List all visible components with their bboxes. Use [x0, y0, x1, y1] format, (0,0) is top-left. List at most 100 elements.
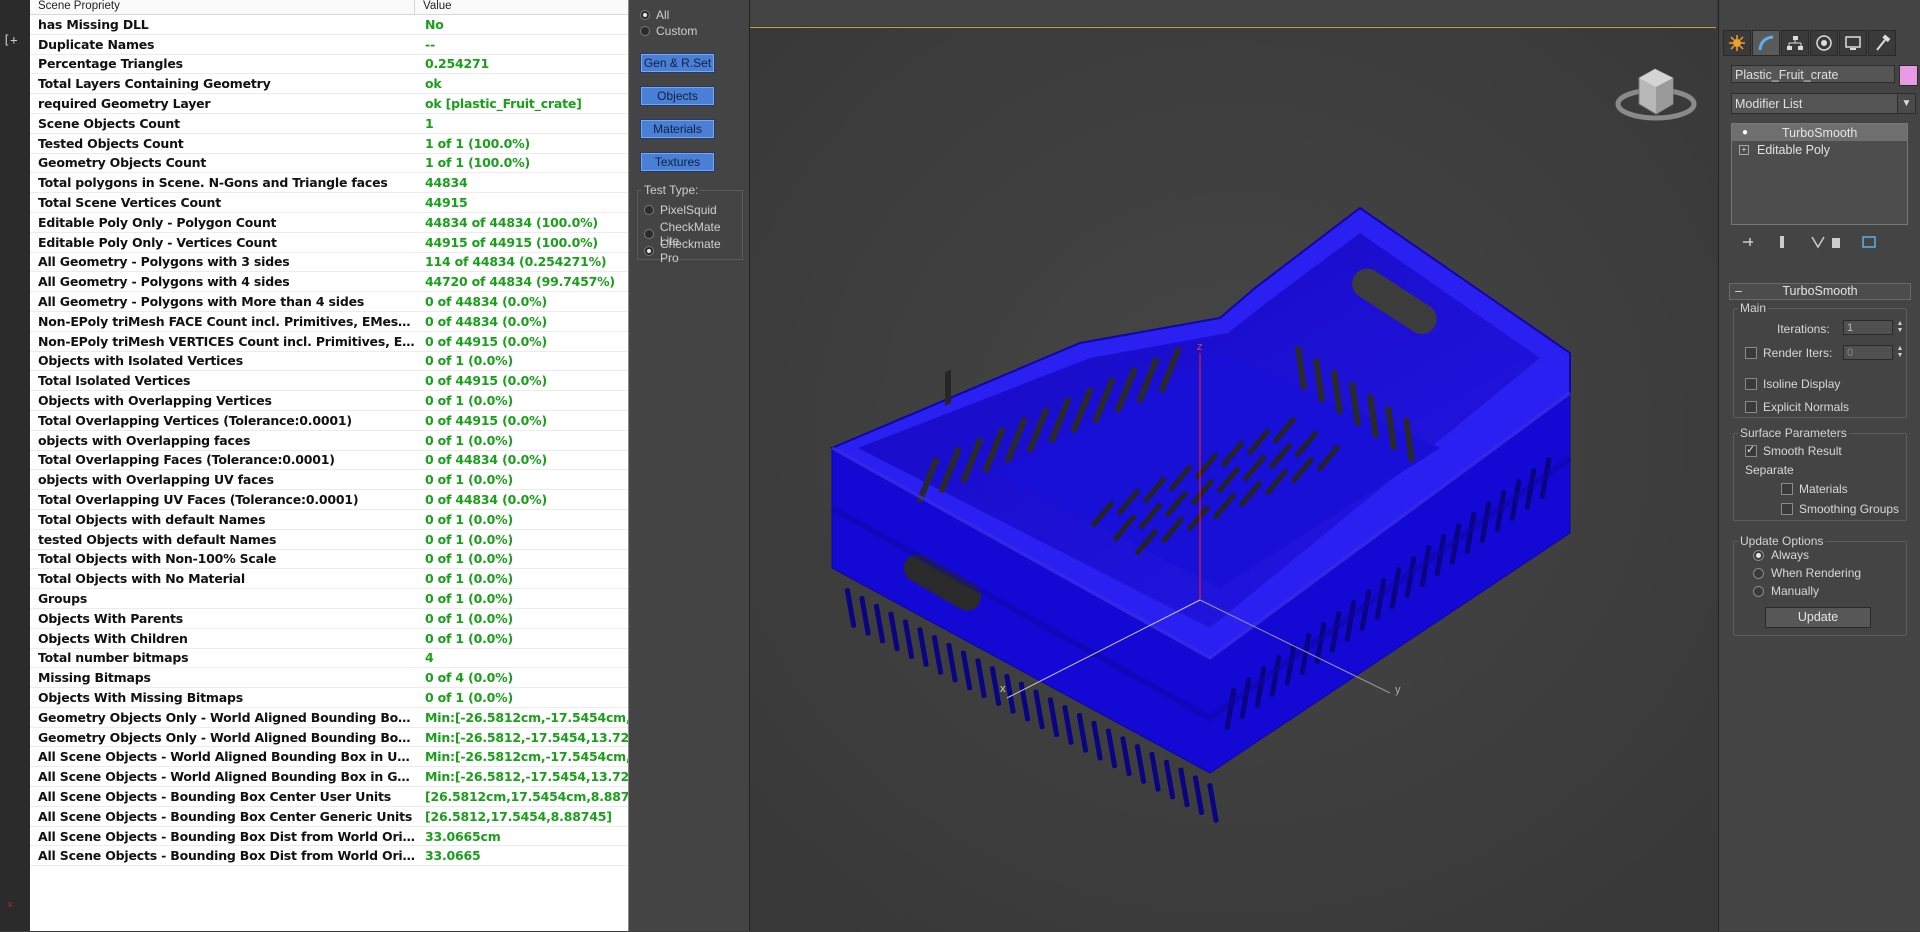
tab-display[interactable]: [1839, 30, 1867, 56]
update-when-rendering-radio[interactable]: [1753, 568, 1764, 579]
column-header-value[interactable]: Value: [415, 0, 452, 14]
table-row[interactable]: All Geometry - Polygons with 3 sides 114 …: [30, 253, 628, 273]
tab-utilities[interactable]: [1868, 30, 1896, 56]
table-row[interactable]: All Scene Objects - Bounding Box Center …: [30, 787, 628, 807]
table-row[interactable]: Non-EPoly triMesh FACE Count incl. Primi…: [30, 312, 628, 332]
expand-plus-icon[interactable]: +: [1739, 144, 1749, 155]
textures-button[interactable]: Textures: [640, 152, 715, 172]
update-manually-radio[interactable]: [1753, 586, 1764, 597]
object-name-field[interactable]: Plastic_Fruit_crate: [1731, 65, 1895, 83]
lightbulb-icon[interactable]: ●: [1742, 127, 1756, 138]
column-header-property[interactable]: Scene Propriety: [30, 0, 415, 14]
table-row[interactable]: has Missing DLL No: [30, 15, 628, 35]
table-row[interactable]: All Scene Objects - Bounding Box Dist fr…: [30, 846, 628, 867]
objects-button[interactable]: Objects: [640, 86, 715, 106]
table-row[interactable]: Total Scene Vertices Count 44915: [30, 193, 628, 213]
perspective-viewport[interactable]: z x y: [750, 0, 1717, 932]
table-row[interactable]: Total Objects with default Names 0 of 1 (…: [30, 510, 628, 530]
table-row[interactable]: Total Objects with No Material 0 of 1 (0.…: [30, 569, 628, 590]
modifier-list-dropdown[interactable]: Modifier List ▼: [1731, 93, 1916, 114]
table-row[interactable]: Total number bitmaps 4: [30, 649, 628, 669]
tab-hierarchy[interactable]: [1781, 30, 1809, 56]
tab-create[interactable]: [1723, 30, 1751, 56]
stack-item-editable-poly[interactable]: + Editable Poly: [1732, 141, 1907, 158]
table-row[interactable]: All Scene Objects - Bounding Box Center …: [30, 807, 628, 827]
update-button[interactable]: Update: [1765, 607, 1871, 628]
table-row[interactable]: Objects With Children 0 of 1 (0.0%): [30, 629, 628, 649]
table-row[interactable]: Tested Objects Count 1 of 1 (100.0%): [30, 134, 628, 154]
viewport-scene[interactable]: z x y: [750, 28, 1716, 932]
smooth-result-checkbox[interactable]: [1745, 443, 1757, 457]
show-end-result-icon[interactable]: [1775, 235, 1789, 249]
table-row[interactable]: Total Overlapping Faces (Tolerance:0.000…: [30, 451, 628, 471]
table-row[interactable]: Editable Poly Only - Polygon Count 44834 …: [30, 213, 628, 233]
tab-modify[interactable]: [1752, 30, 1780, 56]
table-row[interactable]: Objects With Parents 0 of 1 (0.0%): [30, 609, 628, 629]
table-row[interactable]: required Geometry Layer ok [plastic_Fruit…: [30, 94, 628, 114]
update-always-radio[interactable]: [1753, 550, 1764, 561]
table-row[interactable]: All Scene Objects - Bounding Box Dist fr…: [30, 827, 628, 847]
turbosmooth-title: TurboSmooth: [1782, 284, 1858, 298]
explicit-normals-checkbox[interactable]: [1745, 401, 1757, 413]
table-row[interactable]: Total Objects with Non-100% Scale 0 of 1 …: [30, 550, 628, 570]
table-row[interactable]: Groups 0 of 1 (0.0%): [30, 589, 628, 609]
configure-sets-icon[interactable]: [1862, 235, 1876, 249]
table-row[interactable]: objects with Overlapping faces 0 of 1 (0.…: [30, 431, 628, 451]
table-row[interactable]: Total Overlapping UV Faces (Tolerance:0.…: [30, 490, 628, 510]
table-row[interactable]: Total polygons in Scene. N-Gons and Tria…: [30, 173, 628, 194]
table-row[interactable]: Duplicate Names --: [30, 35, 628, 55]
table-row[interactable]: Objects With Missing Bitmaps 0 of 1 (0.0%…: [30, 688, 628, 708]
gen-rset-button[interactable]: Gen & R.Set: [640, 53, 715, 73]
turbosmooth-rollout-header[interactable]: – TurboSmooth: [1729, 283, 1911, 300]
radio-custom-dot[interactable]: [640, 26, 650, 36]
table-row[interactable]: Geometry Objects Only - World Aligned Bo…: [30, 728, 628, 748]
render-iters-checkbox[interactable]: [1745, 347, 1757, 359]
table-row[interactable]: objects with Overlapping UV faces 0 of 1 …: [30, 470, 628, 491]
chevron-down-icon[interactable]: ▼: [1897, 94, 1915, 113]
radio-checkmate-pro[interactable]: Checkmate Pro: [644, 237, 742, 265]
tab-motion[interactable]: [1810, 30, 1838, 56]
table-row[interactable]: tested Objects with default Names 0 of 1 …: [30, 530, 628, 550]
table-row[interactable]: Total Overlapping Vertices (Tolerance:0.…: [30, 411, 628, 431]
render-iters-spinner[interactable]: 0 ▲ ▼: [1843, 345, 1903, 360]
remove-modifier-icon[interactable]: [1829, 235, 1843, 249]
table-row[interactable]: All Scene Objects - World Aligned Boundi…: [30, 767, 628, 788]
viewport-frame[interactable]: z x y: [750, 27, 1716, 932]
stack-item-turbosmooth[interactable]: ● TurboSmooth: [1732, 124, 1907, 141]
radio-custom[interactable]: Custom: [640, 24, 697, 38]
radio-checkmate-pro-dot[interactable]: [644, 246, 654, 256]
materials-button[interactable]: Materials: [640, 119, 715, 139]
axis-z-label: z: [1197, 341, 1203, 353]
radio-pixelsquid[interactable]: PixelSquid: [644, 203, 717, 217]
table-row[interactable]: Non-EPoly triMesh VERTICES Count incl. P…: [30, 332, 628, 352]
table-row[interactable]: All Geometry - Polygons with 4 sides 4472…: [30, 272, 628, 293]
spinner-arrows-icon[interactable]: ▲ ▼: [1894, 345, 1906, 360]
pin-stack-icon[interactable]: [1741, 235, 1755, 249]
separate-materials-checkbox[interactable]: [1781, 483, 1793, 495]
radio-all-dot[interactable]: [640, 10, 650, 20]
table-row[interactable]: Geometry Objects Only - World Aligned Bo…: [30, 708, 628, 728]
table-row[interactable]: Geometry Objects Count 1 of 1 (100.0%): [30, 154, 628, 174]
object-color-swatch[interactable]: [1899, 65, 1918, 86]
table-row[interactable]: Total Isolated Vertices 0 of 44915 (0.0%): [30, 371, 628, 392]
iterations-spinner[interactable]: 1 ▲ ▼: [1843, 320, 1903, 335]
table-row[interactable]: All Geometry - Polygons with More than 4…: [30, 292, 628, 312]
radio-all[interactable]: All: [640, 8, 669, 22]
table-row[interactable]: All Scene Objects - World Aligned Boundi…: [30, 747, 628, 768]
table-row[interactable]: Objects with Isolated Vertices 0 of 1 (0.…: [30, 352, 628, 372]
isoline-display-checkbox[interactable]: [1745, 378, 1757, 390]
viewport-menu-label[interactable]: [+: [3, 33, 17, 47]
radio-pixelsquid-dot[interactable]: [644, 205, 654, 215]
table-row[interactable]: Scene Objects Count 1: [30, 114, 628, 134]
spinner-arrows-icon[interactable]: ▲ ▼: [1894, 320, 1906, 335]
table-row[interactable]: Total Layers Containing Geometry ok: [30, 74, 628, 95]
table-row[interactable]: Percentage Triangles 0.254271: [30, 55, 628, 75]
table-row[interactable]: Editable Poly Only - Vertices Count 44915…: [30, 233, 628, 253]
separate-label: Separate: [1745, 463, 1794, 477]
property-cell: Scene Objects Count: [38, 115, 180, 131]
table-row[interactable]: Objects with Overlapping Vertices 0 of 1 …: [30, 391, 628, 411]
collapse-minus-icon[interactable]: –: [1735, 284, 1742, 299]
make-unique-icon[interactable]: [1811, 235, 1825, 249]
table-row[interactable]: Missing Bitmaps 0 of 4 (0.0%): [30, 668, 628, 689]
separate-smoothing-groups-checkbox[interactable]: [1781, 503, 1793, 515]
